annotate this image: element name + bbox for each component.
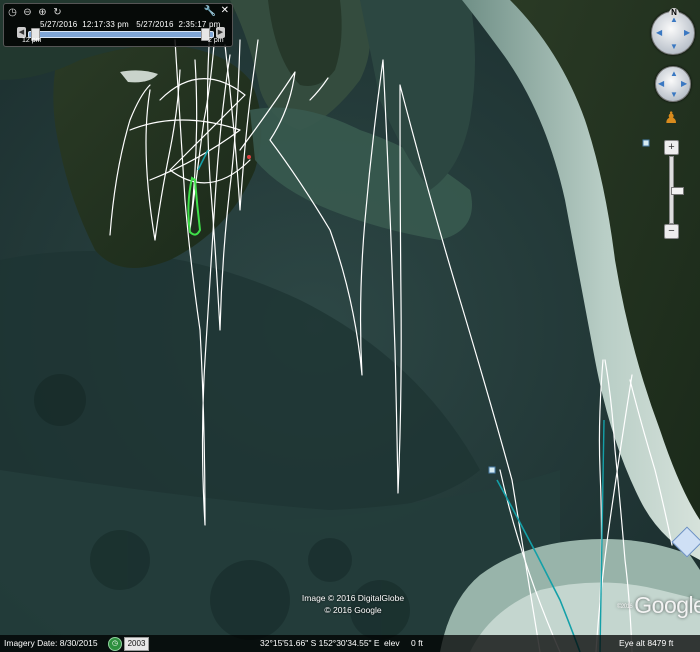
north-indicator[interactable]: N <box>669 8 679 18</box>
zoom-slider[interactable]: + − <box>664 140 684 239</box>
historical-imagery-icon[interactable]: ◷ <box>108 637 122 651</box>
start-time: 12:17:33 pm <box>82 20 129 29</box>
eye-altitude: Eye alt 8479 ft <box>619 638 674 648</box>
credit-line-2: © 2016 Google <box>324 605 382 615</box>
clock-icon[interactable]: ◷ <box>6 6 19 19</box>
track-endpoint-icon[interactable] <box>247 155 251 159</box>
move-left-icon[interactable]: ◀ <box>658 79 664 88</box>
logo-text: Google <box>634 592 700 618</box>
track-marker-icon[interactable] <box>488 466 496 474</box>
zoom-out-button[interactable]: − <box>664 224 679 239</box>
elevation-value: 0 ft <box>411 638 423 648</box>
end-date: 5/27/2016 <box>136 20 174 29</box>
zoom-rail[interactable] <box>669 156 684 224</box>
time-slider-panel[interactable]: ◷ ⊖ ⊕ ↻ 🔧 ✕ 5/27/2016 12:17:33 pm 5/27/2… <box>3 3 233 47</box>
time-tick-end: 2 pm <box>208 37 224 44</box>
zoom-in-icon[interactable]: ⊕ <box>36 6 49 19</box>
google-logo: ©2016Google <box>617 592 700 619</box>
zoom-out-icon[interactable]: ⊖ <box>21 6 34 19</box>
status-bar: Imagery Date: 8/30/2015 ◷ 2003 32°15'51.… <box>0 635 700 652</box>
look-down-icon[interactable]: ▼ <box>670 42 678 51</box>
pegman-icon[interactable]: ♟ <box>664 108 678 128</box>
elevation-label: elev <box>384 638 400 648</box>
wrench-icon[interactable]: 🔧 <box>204 6 216 17</box>
look-left-icon[interactable]: ◀ <box>656 28 662 37</box>
start-date: 5/27/2016 <box>40 20 78 29</box>
satellite-imagery[interactable] <box>0 0 700 652</box>
move-right-icon[interactable]: ▶ <box>681 79 687 88</box>
loop-icon[interactable]: ↻ <box>51 6 64 19</box>
credit-line-1: Image © 2016 DigitalGlobe <box>301 593 405 603</box>
move-up-icon[interactable]: ▲ <box>670 69 678 78</box>
close-icon[interactable]: ✕ <box>221 5 229 16</box>
historical-year-button[interactable]: 2003 <box>124 637 149 651</box>
map-view[interactable]: ◷ ⊖ ⊕ ↻ 🔧 ✕ 5/27/2016 12:17:33 pm 5/27/2… <box>0 0 700 652</box>
time-tick-start: 12 pm <box>22 37 42 44</box>
time-range-label: 5/27/2016 12:17:33 pm 5/27/2016 2:35:17 … <box>40 20 221 29</box>
zoom-in-button[interactable]: + <box>664 140 679 155</box>
placemark-icon[interactable] <box>642 139 650 147</box>
move-control[interactable]: ▲ ▼ ◀ ▶ <box>655 66 691 102</box>
imagery-credit: Image © 2016 DigitalGlobe © 2016 Google <box>286 592 420 616</box>
logo-year: ©2016 <box>617 603 633 610</box>
end-time: 2:35:17 pm <box>178 20 221 29</box>
look-right-icon[interactable]: ▶ <box>684 28 690 37</box>
zoom-slider-icon[interactable] <box>671 187 684 195</box>
move-down-icon[interactable]: ▼ <box>670 90 678 99</box>
coordinates-readout: 32°15'51.66" S 152°30'34.55" E <box>260 638 380 648</box>
imagery-date: Imagery Date: 8/30/2015 <box>4 638 98 648</box>
time-slider-track[interactable] <box>28 28 214 41</box>
